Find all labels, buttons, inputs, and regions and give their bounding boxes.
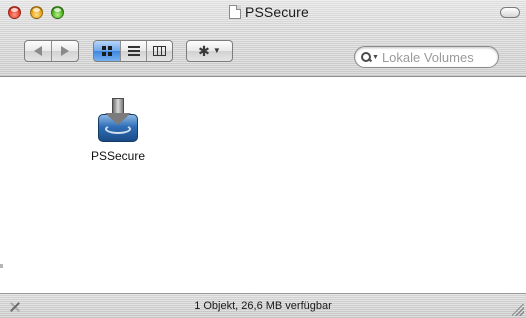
search-options-arrow-icon[interactable]: ▼ — [372, 54, 379, 61]
toolbar-toggle-button[interactable] — [500, 7, 520, 18]
column-view-button[interactable] — [146, 41, 172, 61]
file-browser-area[interactable]: PSSecure — [0, 77, 526, 293]
grid-icon — [102, 46, 112, 56]
close-button[interactable] — [8, 6, 21, 19]
action-menu: ✱ ▼ — [186, 40, 233, 62]
resize-grip-icon[interactable] — [512, 304, 524, 316]
status-text: 1 Objekt, 26,6 MB verfügbar — [194, 300, 332, 312]
installer-package-icon[interactable] — [95, 96, 141, 142]
window-title: PSSecure — [229, 3, 309, 21]
action-menu-button[interactable]: ✱ ▼ — [187, 41, 232, 61]
file-item[interactable]: PSSecure — [76, 96, 160, 163]
folder-proxy-icon[interactable] — [229, 5, 241, 19]
search-input[interactable] — [381, 49, 492, 65]
list-icon — [127, 46, 140, 56]
file-item-label[interactable]: PSSecure — [76, 149, 160, 163]
forward-arrow-icon — [61, 46, 70, 56]
back-arrow-icon — [34, 46, 43, 56]
columns-icon — [153, 46, 166, 56]
title-toolbar-area: PSSecure ✱ ▼ ▼ Lokale Volumes — [0, 0, 526, 77]
sidebar-splitter[interactable] — [0, 264, 3, 268]
icon-view-button[interactable] — [94, 41, 120, 61]
view-mode-buttons — [93, 40, 173, 62]
status-bar: 1 Objekt, 26,6 MB verfügbar — [0, 293, 526, 318]
back-button[interactable] — [25, 41, 51, 61]
gear-icon: ✱ — [198, 43, 210, 59]
search-field[interactable]: ▼ — [354, 46, 499, 68]
window-title-text: PSSecure — [245, 4, 309, 20]
forward-button[interactable] — [51, 41, 78, 61]
dropdown-arrow-icon: ▼ — [212, 46, 221, 55]
finder-window: PSSecure ✱ ▼ ▼ Lokale Volumes PSSecure 1… — [0, 0, 526, 318]
minimize-button[interactable] — [30, 6, 43, 19]
search-icon[interactable] — [361, 52, 371, 62]
list-view-button[interactable] — [120, 41, 146, 61]
navigation-buttons — [24, 40, 79, 62]
zoom-button[interactable] — [51, 6, 64, 19]
